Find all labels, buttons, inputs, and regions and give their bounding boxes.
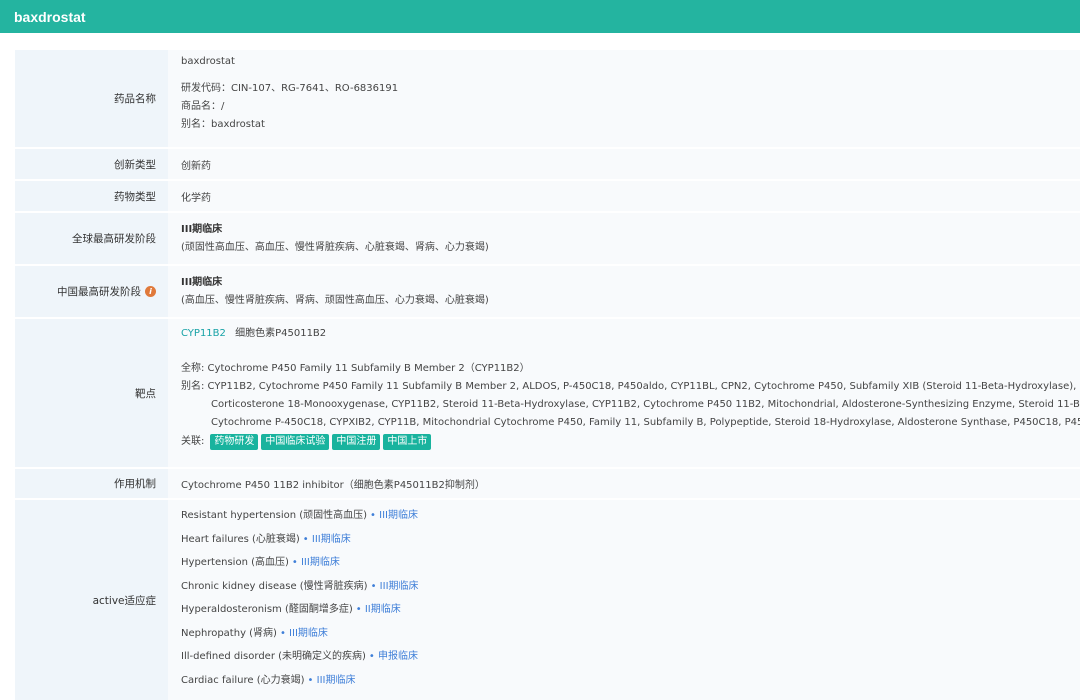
related-label: 关联: bbox=[181, 436, 205, 447]
indication-stage-link[interactable]: • 申报临床 bbox=[369, 647, 418, 662]
drug-name: baxdrostat bbox=[181, 56, 235, 67]
label-target: 靶点 bbox=[15, 319, 168, 467]
tag-china-clinical-trial[interactable]: 中国临床试验 bbox=[261, 434, 330, 450]
indication-item: Heart failures (心脏衰竭) • III期临床 bbox=[181, 526, 1080, 550]
row-indications: active适应症 Resistant hypertension (顽固性高血压… bbox=[15, 500, 1080, 700]
info-icon[interactable]: i bbox=[145, 286, 156, 297]
target-alias-line3: Cytochrome P-450C18, CYPXIB2, CYP11B, Mi… bbox=[211, 417, 1080, 428]
china-stage-value: III期临床 bbox=[181, 276, 223, 288]
row-mechanism: 作用机制 Cytochrome P450 11B2 inhibitor（细胞色素… bbox=[15, 469, 1080, 500]
drug-detail-table: 药品名称 baxdrostat 研发代码：CIN-107、RG-7641、RO-… bbox=[15, 50, 1080, 700]
indication-stage-link[interactable]: • III期临床 bbox=[308, 671, 356, 686]
indication-item: Cardiac failure (心力衰竭) • III期临床 bbox=[181, 667, 1080, 691]
row-drug-name: 药品名称 baxdrostat 研发代码：CIN-107、RG-7641、RO-… bbox=[15, 50, 1080, 149]
tag-china-market[interactable]: 中国上市 bbox=[383, 434, 432, 450]
indication-name: Resistant hypertension (顽固性高血压) bbox=[181, 510, 368, 522]
global-stage-detail: (顽固性高血压、高血压、慢性肾脏疾病、心脏衰竭、肾病、心力衰竭) bbox=[181, 241, 489, 253]
row-global-stage: 全球最高研发阶段 III期临床 (顽固性高血压、高血压、慢性肾脏疾病、心脏衰竭、… bbox=[15, 213, 1080, 266]
indication-item: Hyperaldosteronism (醛固酮增多症) • II期临床 bbox=[181, 596, 1080, 620]
global-stage-value: III期临床 bbox=[181, 223, 223, 235]
indication-item: Resistant hypertension (顽固性高血压) • III期临床 bbox=[181, 502, 1080, 526]
tag-china-registration[interactable]: 中国注册 bbox=[332, 434, 381, 450]
label-innovation-type: 创新类型 bbox=[15, 149, 168, 179]
page-title: baxdrostat bbox=[14, 8, 86, 25]
label-drug-type: 药物类型 bbox=[15, 181, 168, 211]
indication-stage-link[interactable]: • III期临床 bbox=[280, 624, 328, 639]
top-bar: baxdrostat bbox=[0, 0, 1080, 33]
label-drug-name: 药品名称 bbox=[15, 50, 168, 147]
tag-drug-rd[interactable]: 药物研发 bbox=[210, 434, 259, 450]
indication-name: Ill-defined disorder (未明确定义的疾病) bbox=[181, 651, 366, 663]
indication-item: Chronic kidney disease (慢性肾脏疾病) • III期临床 bbox=[181, 573, 1080, 597]
drug-type-value: 化学药 bbox=[181, 192, 211, 204]
label-china-stage: 中国最高研发阶段 bbox=[57, 286, 141, 298]
innovation-type-value: 创新药 bbox=[181, 160, 211, 172]
indication-stage-link[interactable]: • III期临床 bbox=[303, 530, 351, 545]
label-mechanism: 作用机制 bbox=[15, 469, 168, 498]
indication-item: Ill-defined disorder (未明确定义的疾病) • 申报临床 bbox=[181, 643, 1080, 667]
target-code-link[interactable]: CYP11B2 bbox=[181, 328, 226, 339]
mechanism-value: Cytochrome P450 11B2 inhibitor（细胞色素P4501… bbox=[181, 480, 485, 491]
indication-stage-link[interactable]: • III期临床 bbox=[371, 577, 419, 592]
row-drug-type: 药物类型 化学药 bbox=[15, 181, 1080, 213]
indication-name: Heart failures (心脏衰竭) bbox=[181, 533, 300, 545]
row-target: 靶点 CYP11B2 细胞色素P45011B2 全称: Cytochrome P… bbox=[15, 319, 1080, 469]
indication-item: Nephropathy (肾病) • III期临床 bbox=[181, 620, 1080, 644]
drug-trade-name: 商品名：/ bbox=[181, 101, 225, 112]
indication-item: Hypertension (高血压) • III期临床 bbox=[181, 549, 1080, 573]
label-global-stage: 全球最高研发阶段 bbox=[15, 213, 168, 264]
indication-name: Cardiac failure (心力衰竭) bbox=[181, 674, 305, 686]
target-fullname: 全称: Cytochrome P450 Family 11 Subfamily … bbox=[181, 363, 530, 374]
indication-name: Chronic kidney disease (慢性肾脏疾病) bbox=[181, 580, 368, 592]
indication-name: Hypertension (高血压) bbox=[181, 557, 289, 569]
row-innovation-type: 创新类型 创新药 bbox=[15, 149, 1080, 181]
indication-stage-link[interactable]: • II期临床 bbox=[356, 600, 401, 615]
indication-name: Nephropathy (肾病) bbox=[181, 627, 277, 639]
china-stage-detail: (高血压、慢性肾脏疾病、肾病、顽固性高血压、心力衰竭、心脏衰竭) bbox=[181, 294, 489, 306]
indication-stage-link[interactable]: • III期临床 bbox=[370, 506, 418, 521]
drug-codes: 研发代码：CIN-107、RG-7641、RO-6836191 bbox=[181, 83, 399, 94]
indication-name: Hyperaldosteronism (醛固酮增多症) bbox=[181, 604, 353, 616]
target-alias-line1: 别名: CYP11B2, Cytochrome P450 Family 11 S… bbox=[181, 381, 1080, 392]
indication-stage-link[interactable]: • III期临床 bbox=[292, 553, 340, 568]
drug-alias: 别名：baxdrostat bbox=[181, 119, 265, 130]
target-name: 细胞色素P45011B2 bbox=[235, 328, 327, 339]
target-alias-line2: Corticosterone 18-Monooxygenase, CYP11B2… bbox=[211, 399, 1080, 410]
label-indications: active适应症 bbox=[15, 500, 168, 700]
row-china-stage: 中国最高研发阶段 i III期临床 (高血压、慢性肾脏疾病、肾病、顽固性高血压、… bbox=[15, 266, 1080, 319]
